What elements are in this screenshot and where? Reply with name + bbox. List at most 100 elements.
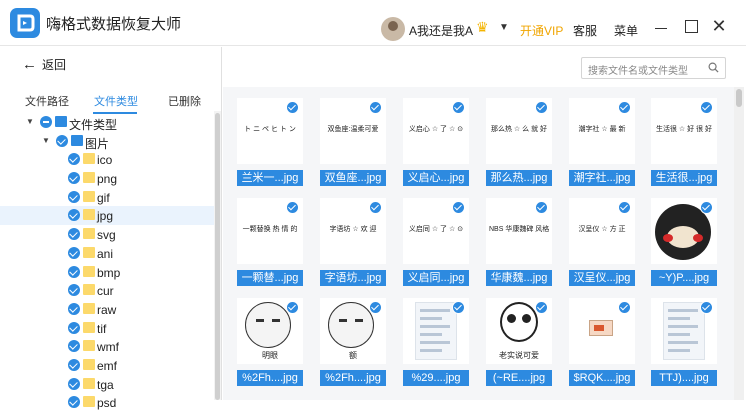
- file-thumbnail[interactable]: 汉呈仪 ☆ 方 正: [569, 198, 635, 264]
- file-thumbnail[interactable]: 潮字社 ☆ 最 新: [569, 98, 635, 164]
- checkbox[interactable]: [68, 377, 80, 390]
- select-checkbox[interactable]: [535, 101, 548, 114]
- select-checkbox[interactable]: [452, 201, 465, 214]
- expand-toggle-icon[interactable]: ▼: [42, 136, 50, 145]
- tree-item[interactable]: jpg: [0, 206, 214, 226]
- grid-scrollbar[interactable]: [734, 87, 744, 400]
- file-card[interactable]: TTJ)....jpg: [651, 298, 717, 386]
- back-button[interactable]: ← 返回: [22, 56, 66, 73]
- tree-item[interactable]: emf: [0, 356, 214, 375]
- file-thumbnail[interactable]: 字语坊 ☆ 欢 迎: [320, 198, 386, 264]
- checkbox[interactable]: [56, 134, 68, 147]
- tree-item[interactable]: png: [0, 169, 214, 188]
- maximize-button[interactable]: [681, 16, 701, 36]
- tree-item[interactable]: ani: [0, 244, 214, 263]
- checkbox[interactable]: [68, 284, 80, 297]
- select-checkbox[interactable]: [369, 301, 382, 314]
- select-checkbox[interactable]: [452, 101, 465, 114]
- file-thumbnail[interactable]: ト ニ ペ ヒ ト ン: [237, 98, 303, 164]
- select-checkbox[interactable]: [535, 301, 548, 314]
- file-thumbnail[interactable]: 明眼: [237, 298, 303, 364]
- checkbox[interactable]: [68, 228, 80, 241]
- file-card[interactable]: 潮字社 ☆ 最 新潮字社...jpg: [569, 98, 635, 186]
- tree-item[interactable]: tif: [0, 319, 214, 338]
- select-checkbox[interactable]: [618, 301, 631, 314]
- select-checkbox[interactable]: [700, 301, 713, 314]
- user-name[interactable]: A我还是我A: [409, 22, 473, 39]
- search-icon[interactable]: [708, 62, 719, 73]
- checkbox[interactable]: [68, 190, 80, 203]
- file-thumbnail[interactable]: 那么热 ☆ 么 就 好: [486, 98, 552, 164]
- tree-item[interactable]: tga: [0, 375, 214, 394]
- tree-item[interactable]: bmp: [0, 263, 214, 282]
- checkbox[interactable]: [40, 116, 52, 128]
- checkbox[interactable]: [68, 153, 80, 166]
- checkbox[interactable]: [68, 340, 80, 353]
- user-avatar[interactable]: [381, 17, 405, 41]
- select-checkbox[interactable]: [286, 301, 299, 314]
- file-card[interactable]: $RQK....jpg: [569, 298, 635, 386]
- tree-item[interactable]: svg: [0, 225, 214, 244]
- select-checkbox[interactable]: [700, 101, 713, 114]
- file-card[interactable]: 义启同 ☆ 了 ☆ ⊙ 义启同...jpg: [403, 198, 469, 286]
- checkbox[interactable]: [68, 246, 80, 259]
- file-thumbnail[interactable]: 额: [320, 298, 386, 364]
- file-thumbnail[interactable]: [569, 298, 635, 364]
- select-checkbox[interactable]: [452, 301, 465, 314]
- tab-file-type[interactable]: 文件类型: [94, 93, 138, 109]
- file-card[interactable]: 双鱼座:温柔可爱 双鱼座...jpg: [320, 98, 386, 186]
- file-thumbnail[interactable]: [403, 298, 469, 364]
- file-thumbnail[interactable]: [651, 198, 717, 264]
- checkbox[interactable]: [68, 396, 80, 409]
- tree-item[interactable]: ▼ 文件类型: [0, 113, 214, 132]
- file-card[interactable]: ト ニ ペ ヒ ト ン兰米一...jpg: [237, 98, 303, 186]
- file-card[interactable]: 明眼 %2Fh....jpg: [237, 298, 303, 386]
- search-input[interactable]: 搜索文件名或文件类型: [581, 57, 726, 79]
- menu-button[interactable]: 菜单: [614, 22, 638, 39]
- tree-item[interactable]: cur: [0, 281, 214, 300]
- service-button[interactable]: 客服: [573, 22, 597, 39]
- select-checkbox[interactable]: [369, 101, 382, 114]
- file-card[interactable]: 一颗替换 热 情 的一颗替...jpg: [237, 198, 303, 286]
- file-card[interactable]: 字语坊 ☆ 欢 迎字语坊...jpg: [320, 198, 386, 286]
- tree-item[interactable]: raw: [0, 300, 214, 319]
- select-checkbox[interactable]: [369, 201, 382, 214]
- close-button[interactable]: ✕: [709, 16, 729, 36]
- file-thumbnail[interactable]: 义启心 ☆ 了 ☆ ⊙: [403, 98, 469, 164]
- file-thumbnail[interactable]: 一颗替换 热 情 的: [237, 198, 303, 264]
- file-card[interactable]: 额 %2Fh....jpg: [320, 298, 386, 386]
- file-card[interactable]: 义启心 ☆ 了 ☆ ⊙ 义启心...jpg: [403, 98, 469, 186]
- file-thumbnail[interactable]: 义启同 ☆ 了 ☆ ⊙: [403, 198, 469, 264]
- checkbox[interactable]: [68, 209, 80, 222]
- file-thumbnail[interactable]: 生活很 ☆ 好 很 好: [651, 98, 717, 164]
- vip-button[interactable]: 开通VIP: [520, 22, 563, 39]
- select-checkbox[interactable]: [700, 201, 713, 214]
- tree-item[interactable]: ▼ 图片: [0, 132, 214, 151]
- file-card[interactable]: NBS 华康魏碑 风格 华康魏...jpg: [486, 198, 552, 286]
- select-checkbox[interactable]: [286, 201, 299, 214]
- file-card[interactable]: 老实说可爱 (~RE....jpg: [486, 298, 552, 386]
- checkbox[interactable]: [68, 265, 80, 278]
- minimize-button[interactable]: [651, 16, 671, 36]
- expand-toggle-icon[interactable]: ▼: [26, 117, 34, 126]
- file-thumbnail[interactable]: [651, 298, 717, 364]
- file-thumbnail[interactable]: NBS 华康魏碑 风格: [486, 198, 552, 264]
- checkbox[interactable]: [68, 172, 80, 185]
- checkbox[interactable]: [68, 302, 80, 315]
- select-checkbox[interactable]: [286, 101, 299, 114]
- file-card[interactable]: 生活很 ☆ 好 很 好生活很...jpg: [651, 98, 717, 186]
- file-card[interactable]: ~Y)P....jpg: [651, 198, 717, 286]
- tree-item[interactable]: ico: [0, 150, 214, 169]
- select-checkbox[interactable]: [618, 201, 631, 214]
- file-card[interactable]: 那么热 ☆ 么 就 好那么热...jpg: [486, 98, 552, 186]
- tab-deleted[interactable]: 已删除: [168, 93, 201, 109]
- checkbox[interactable]: [68, 358, 80, 371]
- file-card[interactable]: 汉呈仪 ☆ 方 正汉呈仪...jpg: [569, 198, 635, 286]
- tab-file-path[interactable]: 文件路径: [25, 93, 69, 109]
- tree-item[interactable]: psd: [0, 393, 214, 412]
- tree-item[interactable]: wmf: [0, 337, 214, 356]
- file-thumbnail[interactable]: 双鱼座:温柔可爱: [320, 98, 386, 164]
- select-checkbox[interactable]: [535, 201, 548, 214]
- checkbox[interactable]: [68, 321, 80, 334]
- file-card[interactable]: %29....jpg: [403, 298, 469, 386]
